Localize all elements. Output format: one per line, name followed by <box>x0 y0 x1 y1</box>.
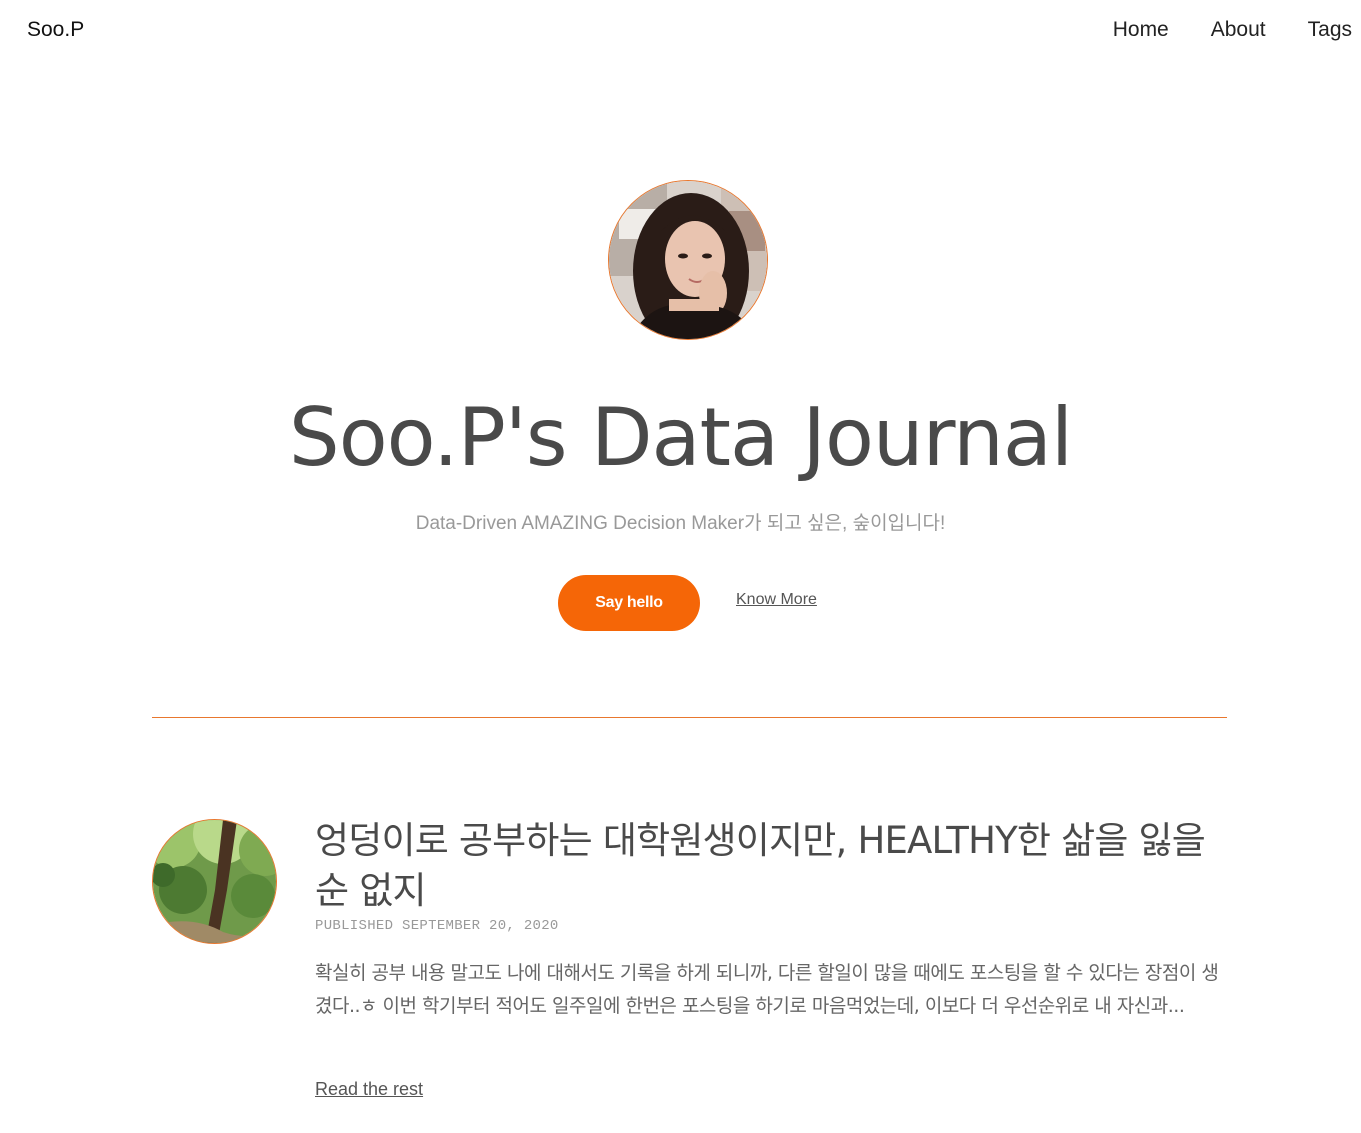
know-more-link[interactable]: Know More <box>736 591 817 609</box>
hero-title: Soo.P's Data Journal <box>288 391 1073 484</box>
nav-about-link[interactable]: About <box>1211 18 1266 42</box>
profile-avatar <box>608 180 768 340</box>
nav-home-link[interactable]: Home <box>1113 18 1169 42</box>
section-divider <box>152 717 1227 718</box>
profile-photo <box>609 181 767 339</box>
post-title-link[interactable]: 엉덩이로 공부하는 대학원생이지만, HEALTHY한 삶을 잃을 순 없지 <box>315 816 1225 916</box>
hero-subtitle: Data-Driven AMAZING Decision Maker가 되고 싶… <box>415 513 946 534</box>
post-published-date: PUBLISHED SEPTEMBER 20, 2020 <box>315 918 559 934</box>
main-nav: Home About Tags <box>1113 18 1352 42</box>
site-brand-link[interactable]: Soo.P <box>27 18 84 42</box>
nav-tags-link[interactable]: Tags <box>1308 18 1352 42</box>
top-navbar: Soo.P Home About Tags <box>0 0 1361 60</box>
post-excerpt: 확실히 공부 내용 말고도 나에 대해서도 기록을 하게 되니까, 다른 할일이… <box>315 962 1219 1017</box>
forest-image <box>153 820 276 943</box>
say-hello-button[interactable]: Say hello <box>558 575 700 631</box>
read-the-rest-link[interactable]: Read the rest <box>315 1079 423 1100</box>
post-thumbnail[interactable] <box>152 819 277 944</box>
